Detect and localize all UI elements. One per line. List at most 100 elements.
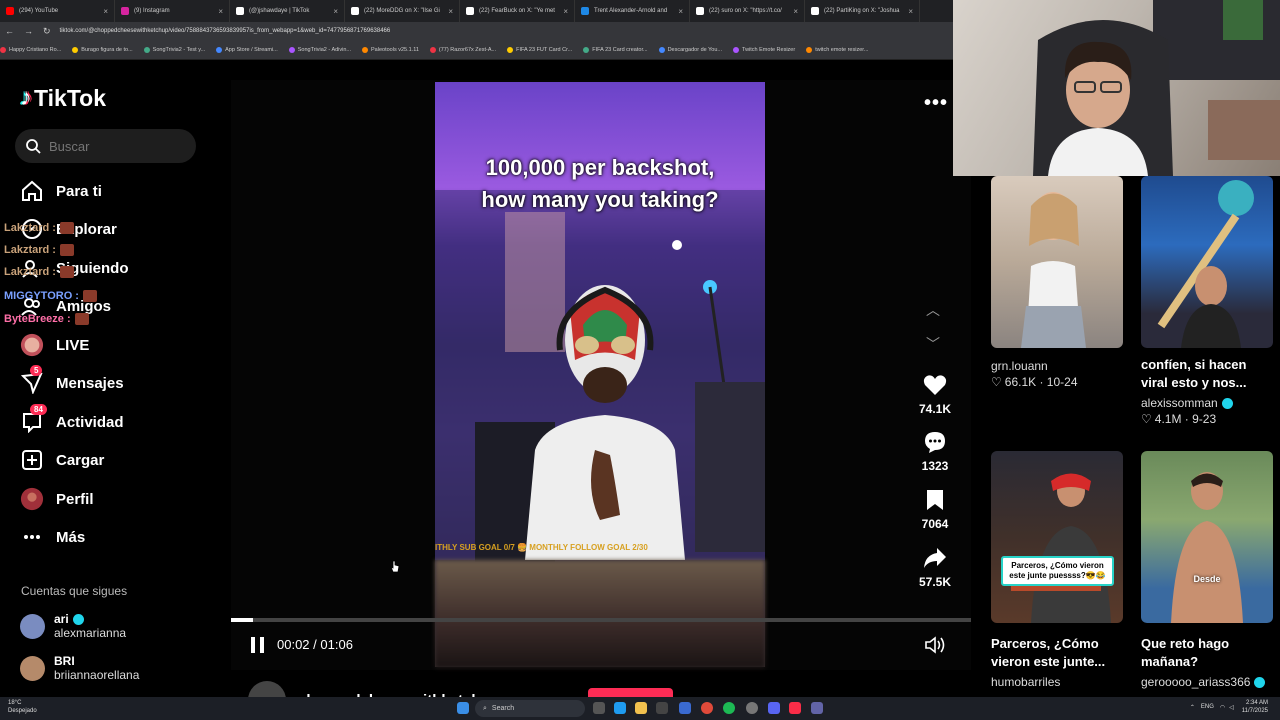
browser-tab[interactable]: (22) MoreDDG on X: "Ilse Gi × xyxy=(345,0,460,22)
weather-widget[interactable]: 18°C Despejado xyxy=(8,699,37,715)
browser-tab[interactable]: (22) PartiKing on X: "Joshua × xyxy=(805,0,920,22)
like-button[interactable]: 74.1K xyxy=(912,372,958,416)
back-icon[interactable]: ← xyxy=(5,26,14,36)
browser-tab[interactable]: (294) YouTube × xyxy=(0,0,115,22)
share-count: 57.5K xyxy=(918,575,952,589)
nav-item-actividad[interactable]: 84 Actividad xyxy=(20,404,124,436)
url-field[interactable]: tiktok.com/@choppedcheesewithketchup/vid… xyxy=(60,28,391,34)
browser-tab[interactable]: (22) suro on X: "https://t.co/ × xyxy=(690,0,805,22)
following-account-ari[interactable]: ari alexmarianna xyxy=(20,612,126,640)
bookmark-item[interactable]: Descargador de You... xyxy=(658,46,722,53)
search-input[interactable] xyxy=(49,138,179,154)
following-account-bri[interactable]: BRI briiannaorellana xyxy=(20,654,139,682)
recommendation-thumbnail: Parceros, ¿Cómo vieron este junte puesss… xyxy=(991,451,1123,623)
tab-close-icon[interactable]: × xyxy=(678,7,683,16)
bookmark-item[interactable]: Burago figura de to... xyxy=(72,46,133,53)
speaker-icon[interactable]: ◁ xyxy=(1229,704,1234,711)
tab-close-icon[interactable]: × xyxy=(793,7,798,16)
tab-close-icon[interactable]: × xyxy=(333,7,338,16)
recommendation-user[interactable]: grn.louann xyxy=(991,359,1126,373)
nav-item-perfil[interactable]: Perfil xyxy=(20,485,94,513)
music-icon[interactable] xyxy=(789,702,801,714)
browser-tab[interactable]: (@)jshawdaye | TikTok × xyxy=(230,0,345,22)
taskbar-search[interactable]: ⌕ Search xyxy=(475,700,585,717)
obs-icon[interactable] xyxy=(746,702,758,714)
task-view-icon[interactable] xyxy=(593,702,605,714)
previous-video-button[interactable]: ︿ xyxy=(926,300,940,320)
taskbar-clock[interactable]: 2:34 AM 11/7/2025 xyxy=(1242,699,1268,715)
recommendation-title[interactable]: Que reto hago mañana? xyxy=(1141,635,1276,671)
recommendation-thumbnail: Desde xyxy=(1141,451,1273,623)
bookmark-item[interactable]: twitch emote resizer... xyxy=(806,46,868,53)
nav-item-cargar[interactable]: Cargar xyxy=(20,446,104,474)
comment-button[interactable]: 1323 xyxy=(912,429,958,473)
pause-button[interactable] xyxy=(250,636,266,659)
bookmark-favicon-icon xyxy=(507,46,514,53)
chat-emote-icon xyxy=(59,266,74,278)
bookmark-item[interactable]: SongTrivia2 - Test y... xyxy=(143,46,205,53)
recommendation-card[interactable] xyxy=(991,176,1123,348)
nav-item-mensajes[interactable]: 5 Mensajes xyxy=(20,365,124,397)
recommendation-user[interactable]: humobarriles xyxy=(991,675,1126,689)
discord-icon[interactable] xyxy=(768,702,780,714)
recommendation-card[interactable]: Desde xyxy=(1141,451,1273,623)
store-icon[interactable] xyxy=(656,702,668,714)
recommendation-user[interactable]: gerooooo_ariass366 xyxy=(1141,675,1250,689)
bookmark-item[interactable]: (77) Razor67x Zest-A... xyxy=(429,46,497,53)
reload-icon[interactable]: ↻ xyxy=(43,26,51,37)
spotify-icon[interactable] xyxy=(723,702,735,714)
file-explorer-icon[interactable] xyxy=(635,702,647,714)
language-indicator[interactable]: ENG xyxy=(1201,704,1214,710)
nav-item-ms[interactable]: Más xyxy=(20,523,85,551)
tab-favicon-icon xyxy=(811,7,819,15)
windows-start-icon[interactable] xyxy=(457,702,469,714)
tab-close-icon[interactable]: × xyxy=(103,7,108,16)
bookmark-item[interactable]: Paleotools v25.1.11 xyxy=(362,46,419,53)
search-box[interactable] xyxy=(15,129,196,163)
tab-title: (294) YouTube xyxy=(19,8,59,14)
verified-icon xyxy=(72,614,84,626)
recommendation-user[interactable]: alexissomman xyxy=(1141,396,1218,410)
video-progress-bar[interactable] xyxy=(231,618,971,622)
bookmark-item[interactable]: Twitch Emote Resizer xyxy=(733,46,795,53)
volume-button[interactable] xyxy=(925,636,947,659)
tab-favicon-icon xyxy=(581,7,589,15)
heart-outline-icon: ♡ xyxy=(991,375,1002,389)
bookmark-item[interactable]: App Store / Streami... xyxy=(216,46,278,53)
tray-chevron-icon[interactable]: ⌃ xyxy=(1190,704,1195,711)
mail-icon[interactable] xyxy=(679,702,691,714)
recommendation-card[interactable] xyxy=(1141,176,1273,348)
tab-close-icon[interactable]: × xyxy=(448,7,453,16)
browser-tab[interactable]: Trent Alexander-Arnold and × xyxy=(575,0,690,22)
bookmark-label: App Store / Streami... xyxy=(225,46,278,53)
wifi-icon[interactable]: ◠ xyxy=(1220,704,1225,711)
tab-close-icon[interactable]: × xyxy=(908,7,913,16)
bookmark-favicon-icon xyxy=(288,46,295,53)
save-button[interactable]: 7064 xyxy=(912,487,958,531)
tab-favicon-icon xyxy=(236,7,244,15)
recommendation-title[interactable]: Parceros, ¿Cómo vieron este junte... xyxy=(991,635,1126,671)
teams-icon[interactable] xyxy=(811,702,823,714)
edge-icon[interactable] xyxy=(614,702,626,714)
tab-favicon-icon xyxy=(121,7,129,15)
nav-item-parati[interactable]: Para ti xyxy=(20,177,102,205)
bookmark-item[interactable]: FIFA 23 FUT Card Cr... xyxy=(507,46,572,53)
chrome-icon[interactable] xyxy=(701,702,713,714)
share-button[interactable]: 57.5K xyxy=(912,545,958,589)
more-options-button[interactable]: ••• xyxy=(924,92,948,115)
bookmark-item[interactable]: FIFA 23 Card creator... xyxy=(583,46,648,53)
browser-tab[interactable]: (22) FearBuck on X: "Ye met × xyxy=(460,0,575,22)
recommendation-title[interactable]: confíen, si hacen viral esto y nos... xyxy=(1141,356,1276,392)
live-icon xyxy=(20,333,44,357)
bookmark-label: (77) Razor67x Zest-A... xyxy=(438,46,497,53)
bookmark-item[interactable]: Happy Cristiano Ro... xyxy=(0,46,61,53)
recommendation-card[interactable]: Parceros, ¿Cómo vieron este junte puesss… xyxy=(991,451,1123,623)
bookmark-item[interactable]: SongTrivia2 - Adivin... xyxy=(288,46,351,53)
tiktok-logo[interactable]: ♪ TikTok xyxy=(20,84,106,112)
tab-close-icon[interactable]: × xyxy=(218,7,223,16)
browser-tab[interactable]: (9) Instagram × xyxy=(115,0,230,22)
next-video-button[interactable]: ﹀ xyxy=(926,334,940,354)
forward-icon[interactable]: → xyxy=(24,26,33,36)
tab-close-icon[interactable]: × xyxy=(563,7,568,16)
nav-item-live[interactable]: LIVE xyxy=(20,331,89,359)
